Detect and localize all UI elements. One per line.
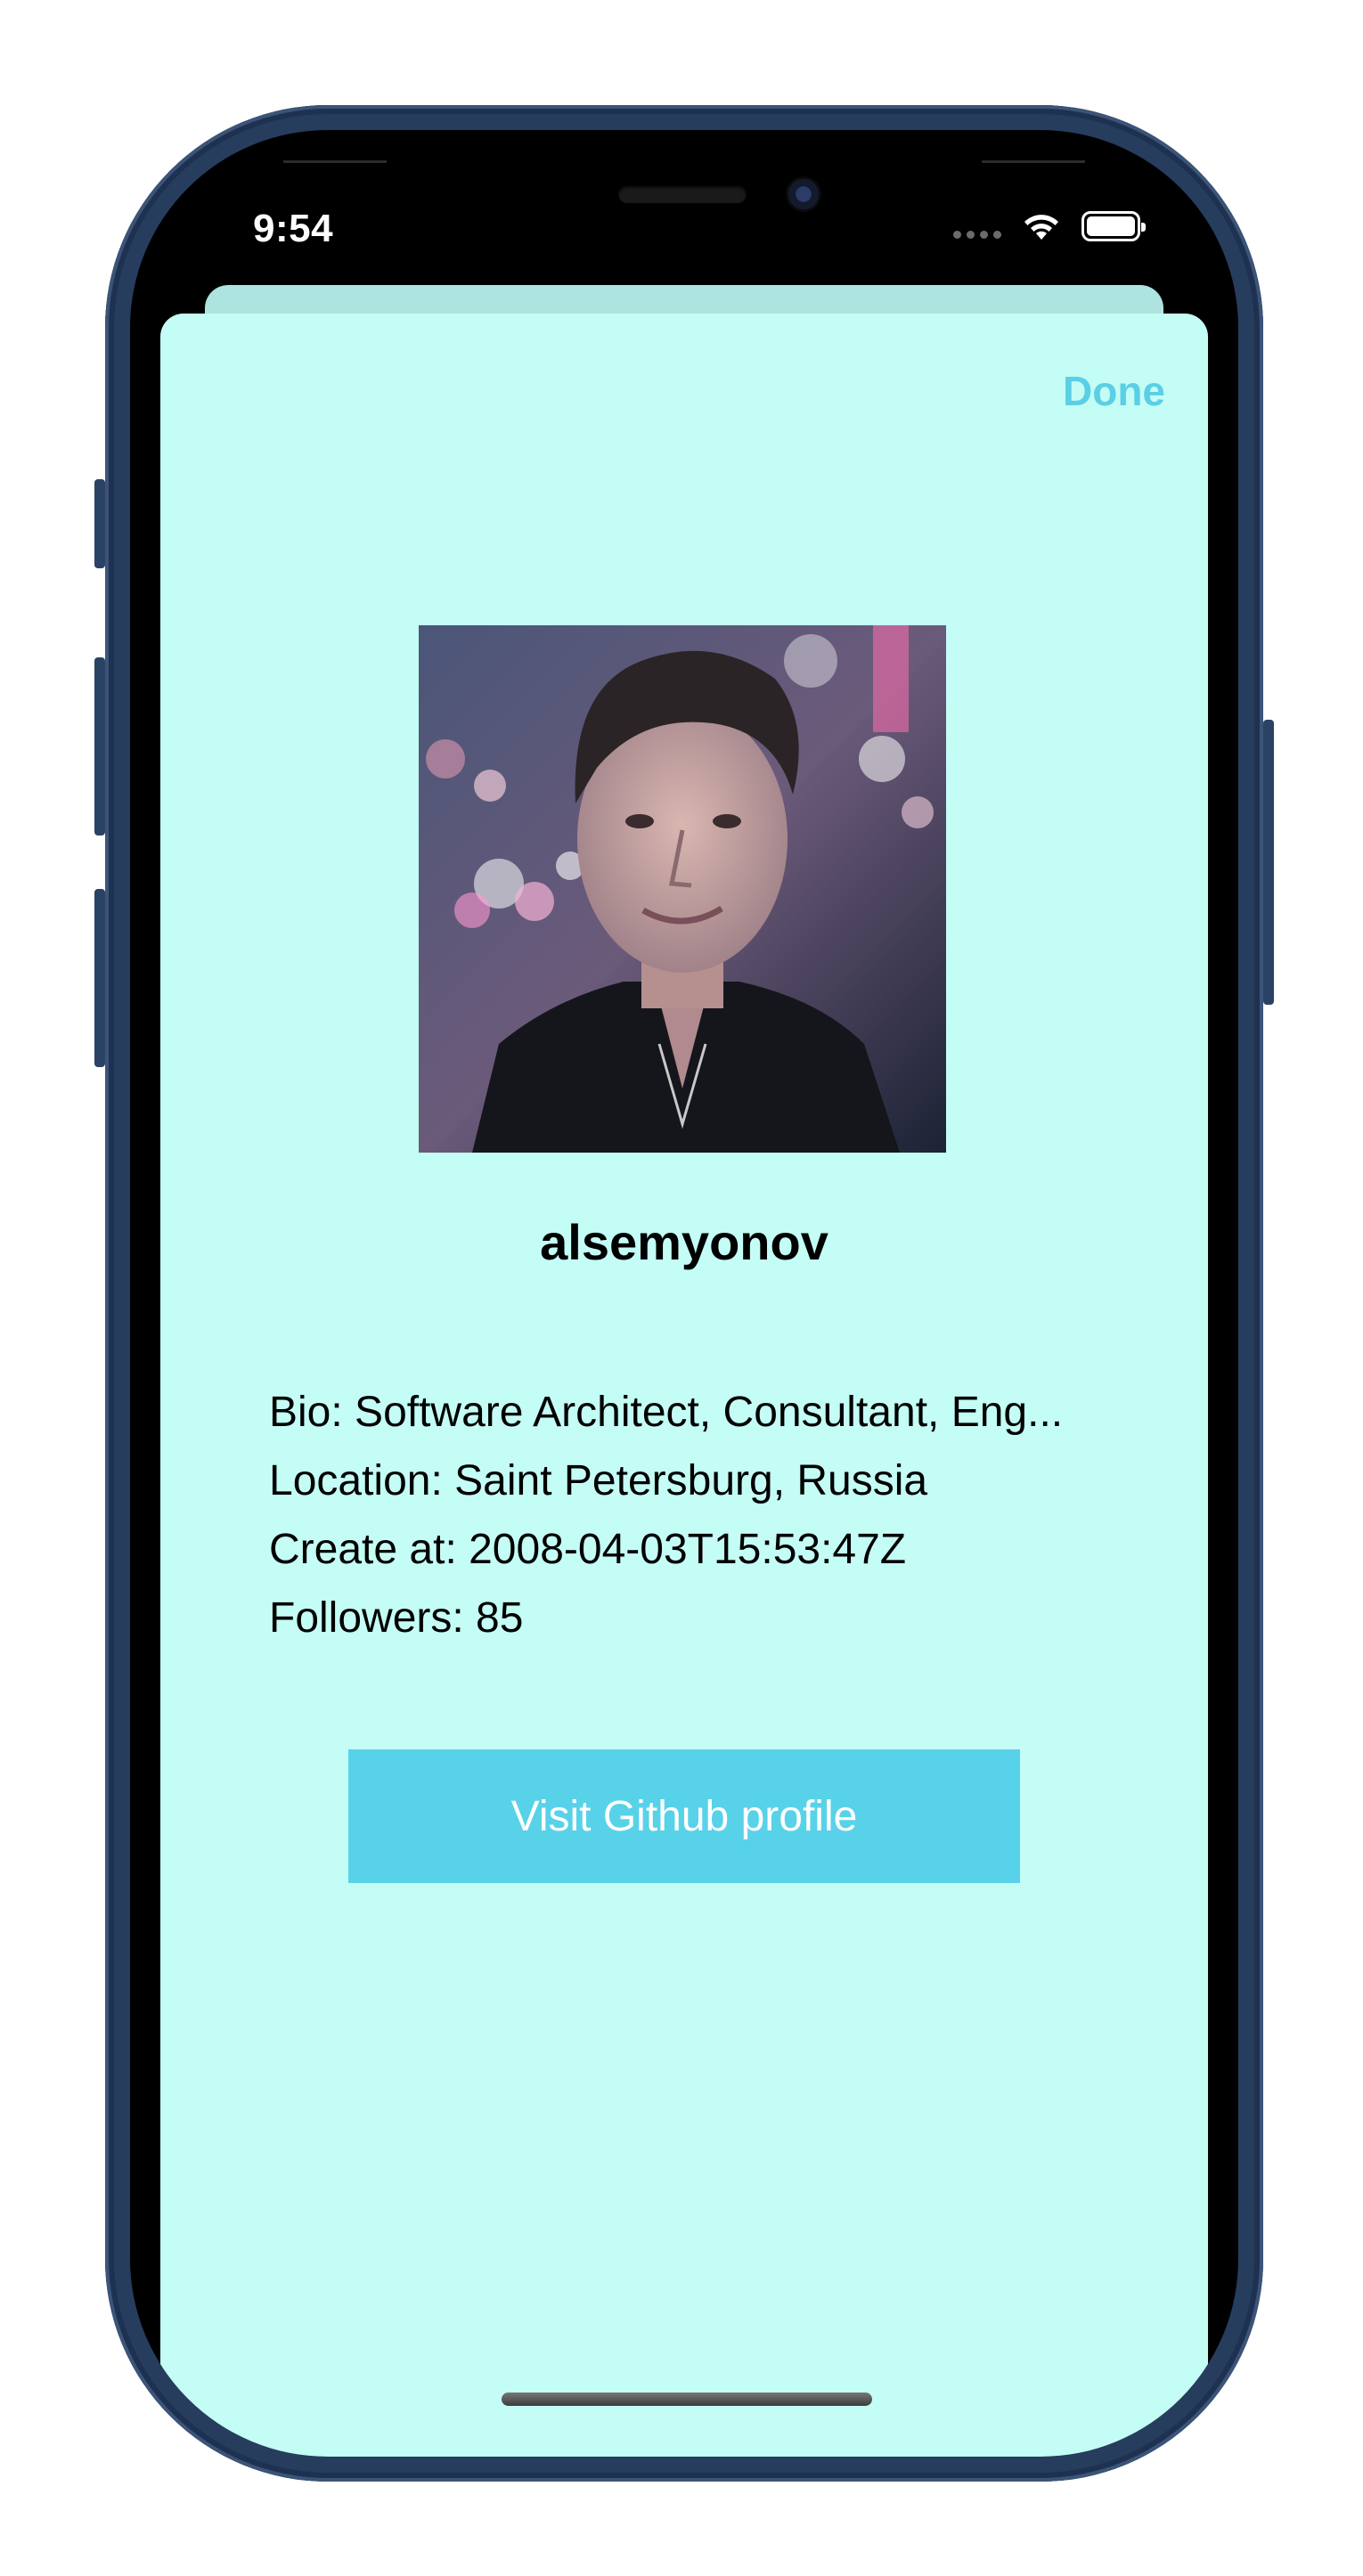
- antenna-line-right: [982, 160, 1085, 163]
- power-button: [1263, 720, 1274, 1005]
- status-time: 9:54: [253, 207, 334, 250]
- followers-text: Followers: 85: [269, 1594, 524, 1642]
- home-indicator[interactable]: [502, 2393, 872, 2406]
- mute-switch: [94, 479, 105, 568]
- status-icons: [953, 210, 1146, 242]
- done-button[interactable]: Done: [1063, 367, 1165, 415]
- phone-screen: 9:54 Done alsemyonov Bio: Software Archi…: [130, 130, 1238, 2457]
- volume-down-button: [94, 889, 105, 1067]
- antenna-line-left: [283, 160, 387, 163]
- avatar-photo: [419, 625, 946, 1153]
- bio-text: Bio: Software Architect, Consultant, Eng…: [269, 1389, 1064, 1436]
- earpiece-speaker: [618, 185, 747, 203]
- cellular-dots-icon: [953, 230, 1001, 239]
- profile-sheet: Done alsemyonov Bio: Software Architect,…: [160, 314, 1208, 2457]
- wifi-icon: [1024, 215, 1058, 240]
- volume-up-button: [94, 657, 105, 836]
- front-camera: [786, 176, 821, 212]
- location-text: Location: Saint Petersburg, Russia: [269, 1457, 928, 1504]
- created-text: Create at: 2008-04-03T15:53:47Z: [269, 1526, 907, 1573]
- avatar: [419, 625, 946, 1153]
- username: alsemyonov: [540, 1214, 828, 1270]
- visit-github-profile-button[interactable]: Visit Github profile: [348, 1749, 1020, 1883]
- battery-icon: [1081, 211, 1146, 241]
- profile-info: Bio: Software Architect, Consultant, Eng…: [269, 1378, 1172, 1652]
